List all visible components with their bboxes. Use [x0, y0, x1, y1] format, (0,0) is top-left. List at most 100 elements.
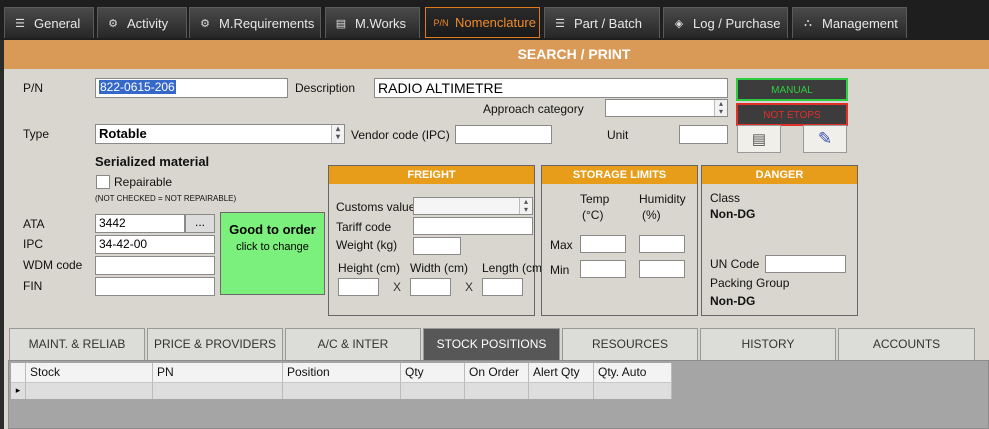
customs-value-input[interactable]: ▴ ▾ [413, 197, 533, 215]
storage-limits-title: STORAGE LIMITS [542, 166, 697, 184]
width-input[interactable] [410, 278, 451, 296]
un-code-label: UN Code [710, 257, 760, 271]
manual-badge[interactable]: MANUAL [736, 78, 848, 101]
table-cell[interactable] [153, 382, 283, 399]
tab-accounts[interactable]: ACCOUNTS [838, 328, 975, 360]
ata-browse-button[interactable]: ... [185, 214, 215, 233]
packing-group-label: Packing Group [710, 276, 790, 290]
edit-button[interactable]: ✎ [803, 125, 847, 153]
row-indicator-icon: ▸ [11, 382, 26, 399]
ipc-input[interactable]: 34-42-00 [95, 235, 215, 254]
nav-tab-log-purchase[interactable]: ◈ Log / Purchase [663, 7, 788, 38]
repairable-note: (NOT CHECKED = NOT REPAIRABLE) [95, 194, 237, 203]
nav-tab-label: General [34, 15, 81, 31]
nav-tab-label: M.Works [355, 15, 407, 31]
table-cell[interactable] [529, 382, 594, 399]
temp-label: Temp [580, 192, 610, 206]
wdm-code-label: WDM code [23, 258, 83, 272]
clipboard-icon: ▤ [335, 17, 347, 30]
nav-tab-label: Activity [127, 15, 169, 31]
weight-input[interactable] [413, 237, 461, 255]
nav-tab-management[interactable]: ⛬ Management [792, 7, 907, 38]
nav-tab-m-works[interactable]: ▤ M.Works [325, 7, 420, 38]
repairable-checkbox[interactable] [96, 175, 110, 189]
pn-value: 822-0615-206 [99, 80, 176, 94]
column-header-qty[interactable]: Qty [401, 363, 465, 382]
column-header-stock[interactable]: Stock [26, 363, 153, 382]
wdm-code-input[interactable] [95, 256, 215, 275]
pn-input[interactable]: 822-0615-206 [95, 78, 288, 98]
tab-ac-inter[interactable]: A/C & INTER [285, 328, 421, 360]
fin-input[interactable] [95, 277, 215, 296]
humidity-min-input[interactable] [639, 260, 685, 278]
tab-resources[interactable]: RESOURCES [562, 328, 698, 360]
pen-book-icon: ✎ [817, 129, 833, 148]
column-header-on-order[interactable]: On Order [465, 363, 529, 382]
order-status-button[interactable]: Good to order click to change [220, 212, 325, 295]
times-icon: X [465, 280, 474, 294]
danger-title: DANGER [702, 166, 857, 184]
column-header-pn[interactable]: PN [153, 363, 283, 382]
un-code-input[interactable] [765, 255, 846, 273]
humidity-max-input[interactable] [639, 235, 685, 253]
nomenclature-panel: P/N 822-0615-206 Description RADIO ALTIM… [4, 69, 989, 429]
list-icon: ☰ [555, 17, 565, 30]
column-header-position[interactable]: Position [283, 363, 401, 382]
page-title: SEARCH / PRINT [517, 46, 631, 62]
class-label: Class [710, 191, 741, 205]
humidity-unit: (%) [642, 208, 661, 222]
column-header-alert-qty[interactable]: Alert Qty [529, 363, 594, 382]
tab-stock-positions[interactable]: STOCK POSITIONS [423, 328, 560, 360]
document-button[interactable]: ▤ [737, 125, 781, 153]
temp-min-input[interactable] [580, 260, 626, 278]
height-input[interactable] [338, 278, 379, 296]
approach-category-label: Approach category [483, 102, 584, 116]
tariff-code-input[interactable] [413, 217, 533, 235]
table-cell[interactable] [26, 382, 153, 399]
spinner-icon: ▴ ▾ [519, 198, 532, 214]
ata-input[interactable]: 3442 [95, 214, 185, 233]
nav-tab-label: Log / Purchase [693, 15, 781, 31]
pn-label: P/N [23, 81, 44, 95]
length-label: Length (cm [482, 261, 543, 275]
column-header-qty-auto-prov[interactable]: Qty. Auto Prov. [594, 363, 672, 398]
description-label: Description [295, 81, 356, 95]
order-status-title: Good to order [229, 222, 316, 237]
length-input[interactable] [482, 278, 523, 296]
grid-corner [11, 363, 26, 382]
nav-tab-part-batch[interactable]: ☰ Part / Batch [544, 7, 660, 38]
gears-icon: ⚙ [200, 17, 210, 30]
table-cell[interactable] [401, 382, 465, 399]
nav-tab-label: M.Requirements [219, 15, 315, 31]
unit-input[interactable] [679, 125, 728, 144]
not-etops-badge[interactable]: NOT ETOPS [736, 103, 848, 126]
search-print-bar[interactable]: SEARCH / PRINT [4, 40, 989, 69]
type-label: Type [23, 127, 50, 141]
temp-max-input[interactable] [580, 235, 626, 253]
nav-tab-activity[interactable]: ⚙ Activity [97, 7, 187, 38]
stock-positions-grid: Stock PN Position Qty On Order Alert Qty… [8, 360, 989, 429]
tab-maint-reliab[interactable]: MAINT. & RELIAB [9, 328, 145, 360]
nav-tab-general[interactable]: ☰ General [4, 7, 94, 38]
org-chart-icon: ⛬ [804, 16, 812, 29]
vendor-code-input[interactable] [455, 125, 552, 144]
ipc-label: IPC [23, 237, 44, 251]
table-cell[interactable] [283, 382, 401, 399]
freight-title: FREIGHT [329, 166, 534, 184]
nav-tab-m-requirements[interactable]: ⚙ M.Requirements [189, 7, 321, 38]
class-value: Non-DG [710, 207, 756, 221]
temp-unit: (°C) [582, 208, 604, 222]
approach-category-select[interactable]: ▴ ▾ [605, 99, 728, 117]
fin-label: FIN [23, 279, 43, 293]
table-cell[interactable] [465, 382, 529, 399]
nav-tab-nomenclature[interactable]: P/N Nomenclature [425, 7, 540, 38]
weight-label: Weight (kg) [336, 238, 398, 252]
table-cell[interactable] [594, 382, 672, 399]
description-input[interactable]: RADIO ALTIMETRE [374, 78, 728, 98]
type-select[interactable]: Rotable ▴ ▾ [95, 124, 345, 144]
min-label: Min [550, 263, 570, 277]
tab-history[interactable]: HISTORY [700, 328, 836, 360]
document-icon: ▤ [751, 131, 767, 148]
ata-label: ATA [23, 217, 45, 231]
tab-price-providers[interactable]: PRICE & PROVIDERS [147, 328, 283, 360]
